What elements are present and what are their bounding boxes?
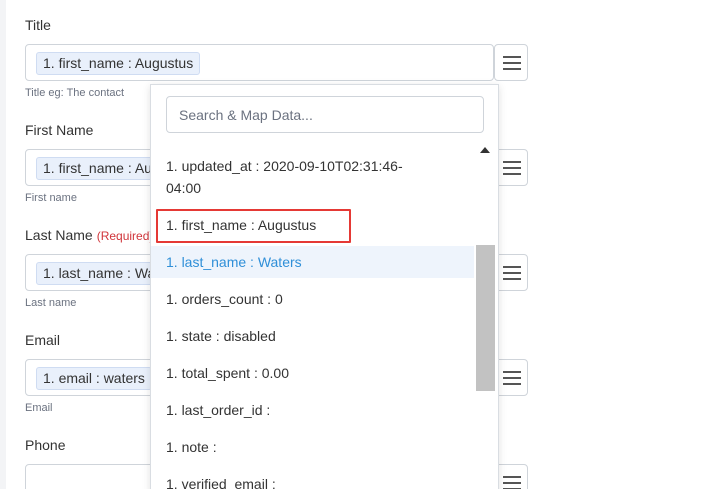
title-map-button[interactable] xyxy=(494,44,528,81)
scroll-up-arrow-icon[interactable] xyxy=(480,147,490,153)
email-map-button[interactable] xyxy=(494,359,528,396)
email-chip[interactable]: 1. email : waters xyxy=(36,367,152,390)
title-hint: Title eg: The contact xyxy=(25,87,125,99)
dropdown-scrollbar[interactable] xyxy=(475,145,496,489)
dropdown-option-note[interactable]: 1. note : xyxy=(151,436,474,458)
dropdown-option-state[interactable]: 1. state : disabled xyxy=(151,325,474,347)
required-marker: (Required) xyxy=(96,229,154,243)
hamburger-menu-icon xyxy=(503,161,521,163)
hamburger-menu-icon xyxy=(503,371,521,373)
last-name-map-button[interactable] xyxy=(494,254,528,291)
search-map-data-input[interactable] xyxy=(166,96,484,133)
dropdown-option-last-order-id[interactable]: 1. last_order_id : xyxy=(151,399,474,421)
scrollbar-thumb[interactable] xyxy=(476,245,495,391)
hamburger-menu-icon xyxy=(503,266,521,268)
first-name-label: First Name xyxy=(25,122,94,138)
hamburger-menu-icon xyxy=(503,476,521,478)
title-label: Title xyxy=(25,17,51,33)
phone-label: Phone xyxy=(25,437,66,453)
dropdown-option-last-name[interactable]: 1. last_name : Waters xyxy=(151,246,474,278)
title-chip[interactable]: 1. first_name : Augustus xyxy=(36,52,201,75)
first-name-map-button[interactable] xyxy=(494,149,528,186)
map-data-dropdown: 1. updated_at : 2020-09-10T02:31:46- 04:… xyxy=(150,84,499,489)
hamburger-menu-icon xyxy=(503,56,521,58)
last-name-hint: Last name xyxy=(25,297,77,309)
title-input[interactable]: 1. first_name : Augustus xyxy=(25,44,494,81)
selection-highlight-box xyxy=(156,209,351,243)
email-label: Email xyxy=(25,332,61,348)
dropdown-option-verified-email[interactable]: 1. verified_email : xyxy=(151,473,474,489)
last-name-label: Last Name (Required) xyxy=(25,227,154,243)
dropdown-option-orders-count[interactable]: 1. orders_count : 0 xyxy=(151,288,474,310)
first-name-hint: First name xyxy=(25,192,77,204)
dropdown-option-updated-at[interactable]: 1. updated_at : 2020-09-10T02:31:46- 04:… xyxy=(151,155,474,199)
email-hint: Email xyxy=(25,402,53,414)
dropdown-option-total-spent[interactable]: 1. total_spent : 0.00 xyxy=(151,362,474,384)
phone-map-button[interactable] xyxy=(494,464,528,489)
